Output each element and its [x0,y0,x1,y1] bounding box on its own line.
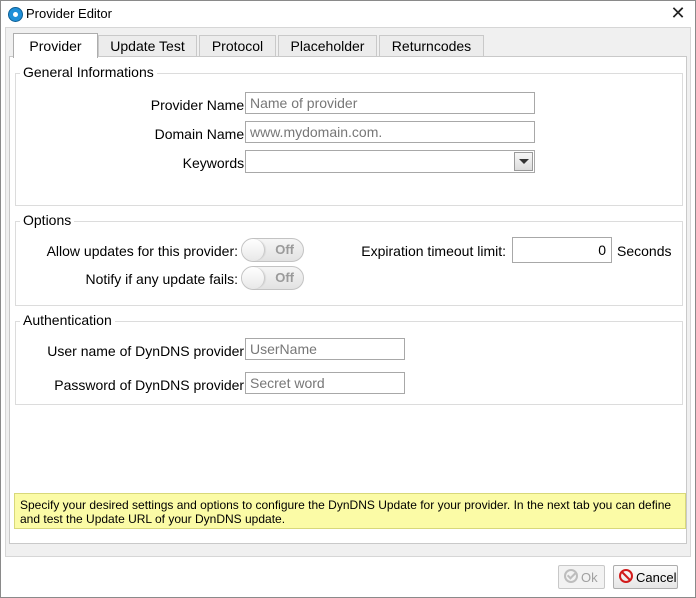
general-informations-group: General Informations Provider Name: Doma… [15,64,683,206]
tab-placeholder[interactable]: Placeholder [278,35,377,56]
client-area: Provider Update Test Protocol Placeholde… [5,27,691,557]
chevron-down-icon[interactable] [514,152,533,171]
tab-protocol[interactable]: Protocol [199,35,276,56]
notify-fail-state: Off [275,270,294,285]
cancel-button[interactable]: Cancel [613,565,678,589]
provider-name-label: Provider Name: [150,97,248,113]
provider-name-input[interactable] [245,92,535,114]
tab-provider[interactable]: Provider [13,33,98,58]
app-icon [8,7,23,22]
ok-label: Ok [581,570,598,585]
password-input[interactable] [245,372,405,394]
username-input[interactable] [245,338,405,360]
title-bar: Provider Editor ✕ [1,1,695,27]
expiration-timeout-input[interactable]: 0 [512,237,612,263]
domain-name-input[interactable] [245,121,535,143]
toggle-knob [242,239,265,261]
allow-updates-label: Allow updates for this provider: [46,243,238,259]
window-title: Provider Editor [26,6,112,21]
general-informations-title: General Informations [20,64,157,80]
domain-name-label: Domain Name: [154,126,248,142]
options-title: Options [20,212,75,228]
cancel-icon [619,569,633,583]
authentication-group: Authentication User name of DynDNS provi… [15,312,683,405]
allow-updates-state: Off [275,242,294,257]
notify-fail-label: Notify if any update fails: [85,271,238,287]
keywords-combobox[interactable] [245,150,535,173]
allow-updates-toggle[interactable]: Off [241,238,304,262]
provider-tab-page: General Informations Provider Name: Doma… [9,56,687,544]
notify-fail-toggle[interactable]: Off [241,266,304,290]
provider-editor-window: Provider Editor ✕ Provider Update Test P… [0,0,696,598]
username-label: User name of DynDNS provider: [47,343,248,359]
toggle-knob [242,267,265,289]
tab-update-test[interactable]: Update Test [98,35,197,56]
password-label: Password of DynDNS provider: [54,377,248,393]
close-button[interactable]: ✕ [661,1,695,27]
expiration-timeout-label: Expiration timeout limit: [361,243,506,259]
authentication-title: Authentication [20,312,115,328]
cancel-label: Cancel [636,570,677,585]
ok-button[interactable]: Ok [558,565,605,589]
options-group: Options Allow updates for this provider:… [15,212,683,306]
expiration-unit-label: Seconds [617,243,672,259]
keywords-label: Keywords: [182,155,248,171]
tab-returncodes[interactable]: Returncodes [379,35,484,56]
check-circle-icon [564,569,578,583]
hint-message: Specify your desired settings and option… [14,493,686,529]
